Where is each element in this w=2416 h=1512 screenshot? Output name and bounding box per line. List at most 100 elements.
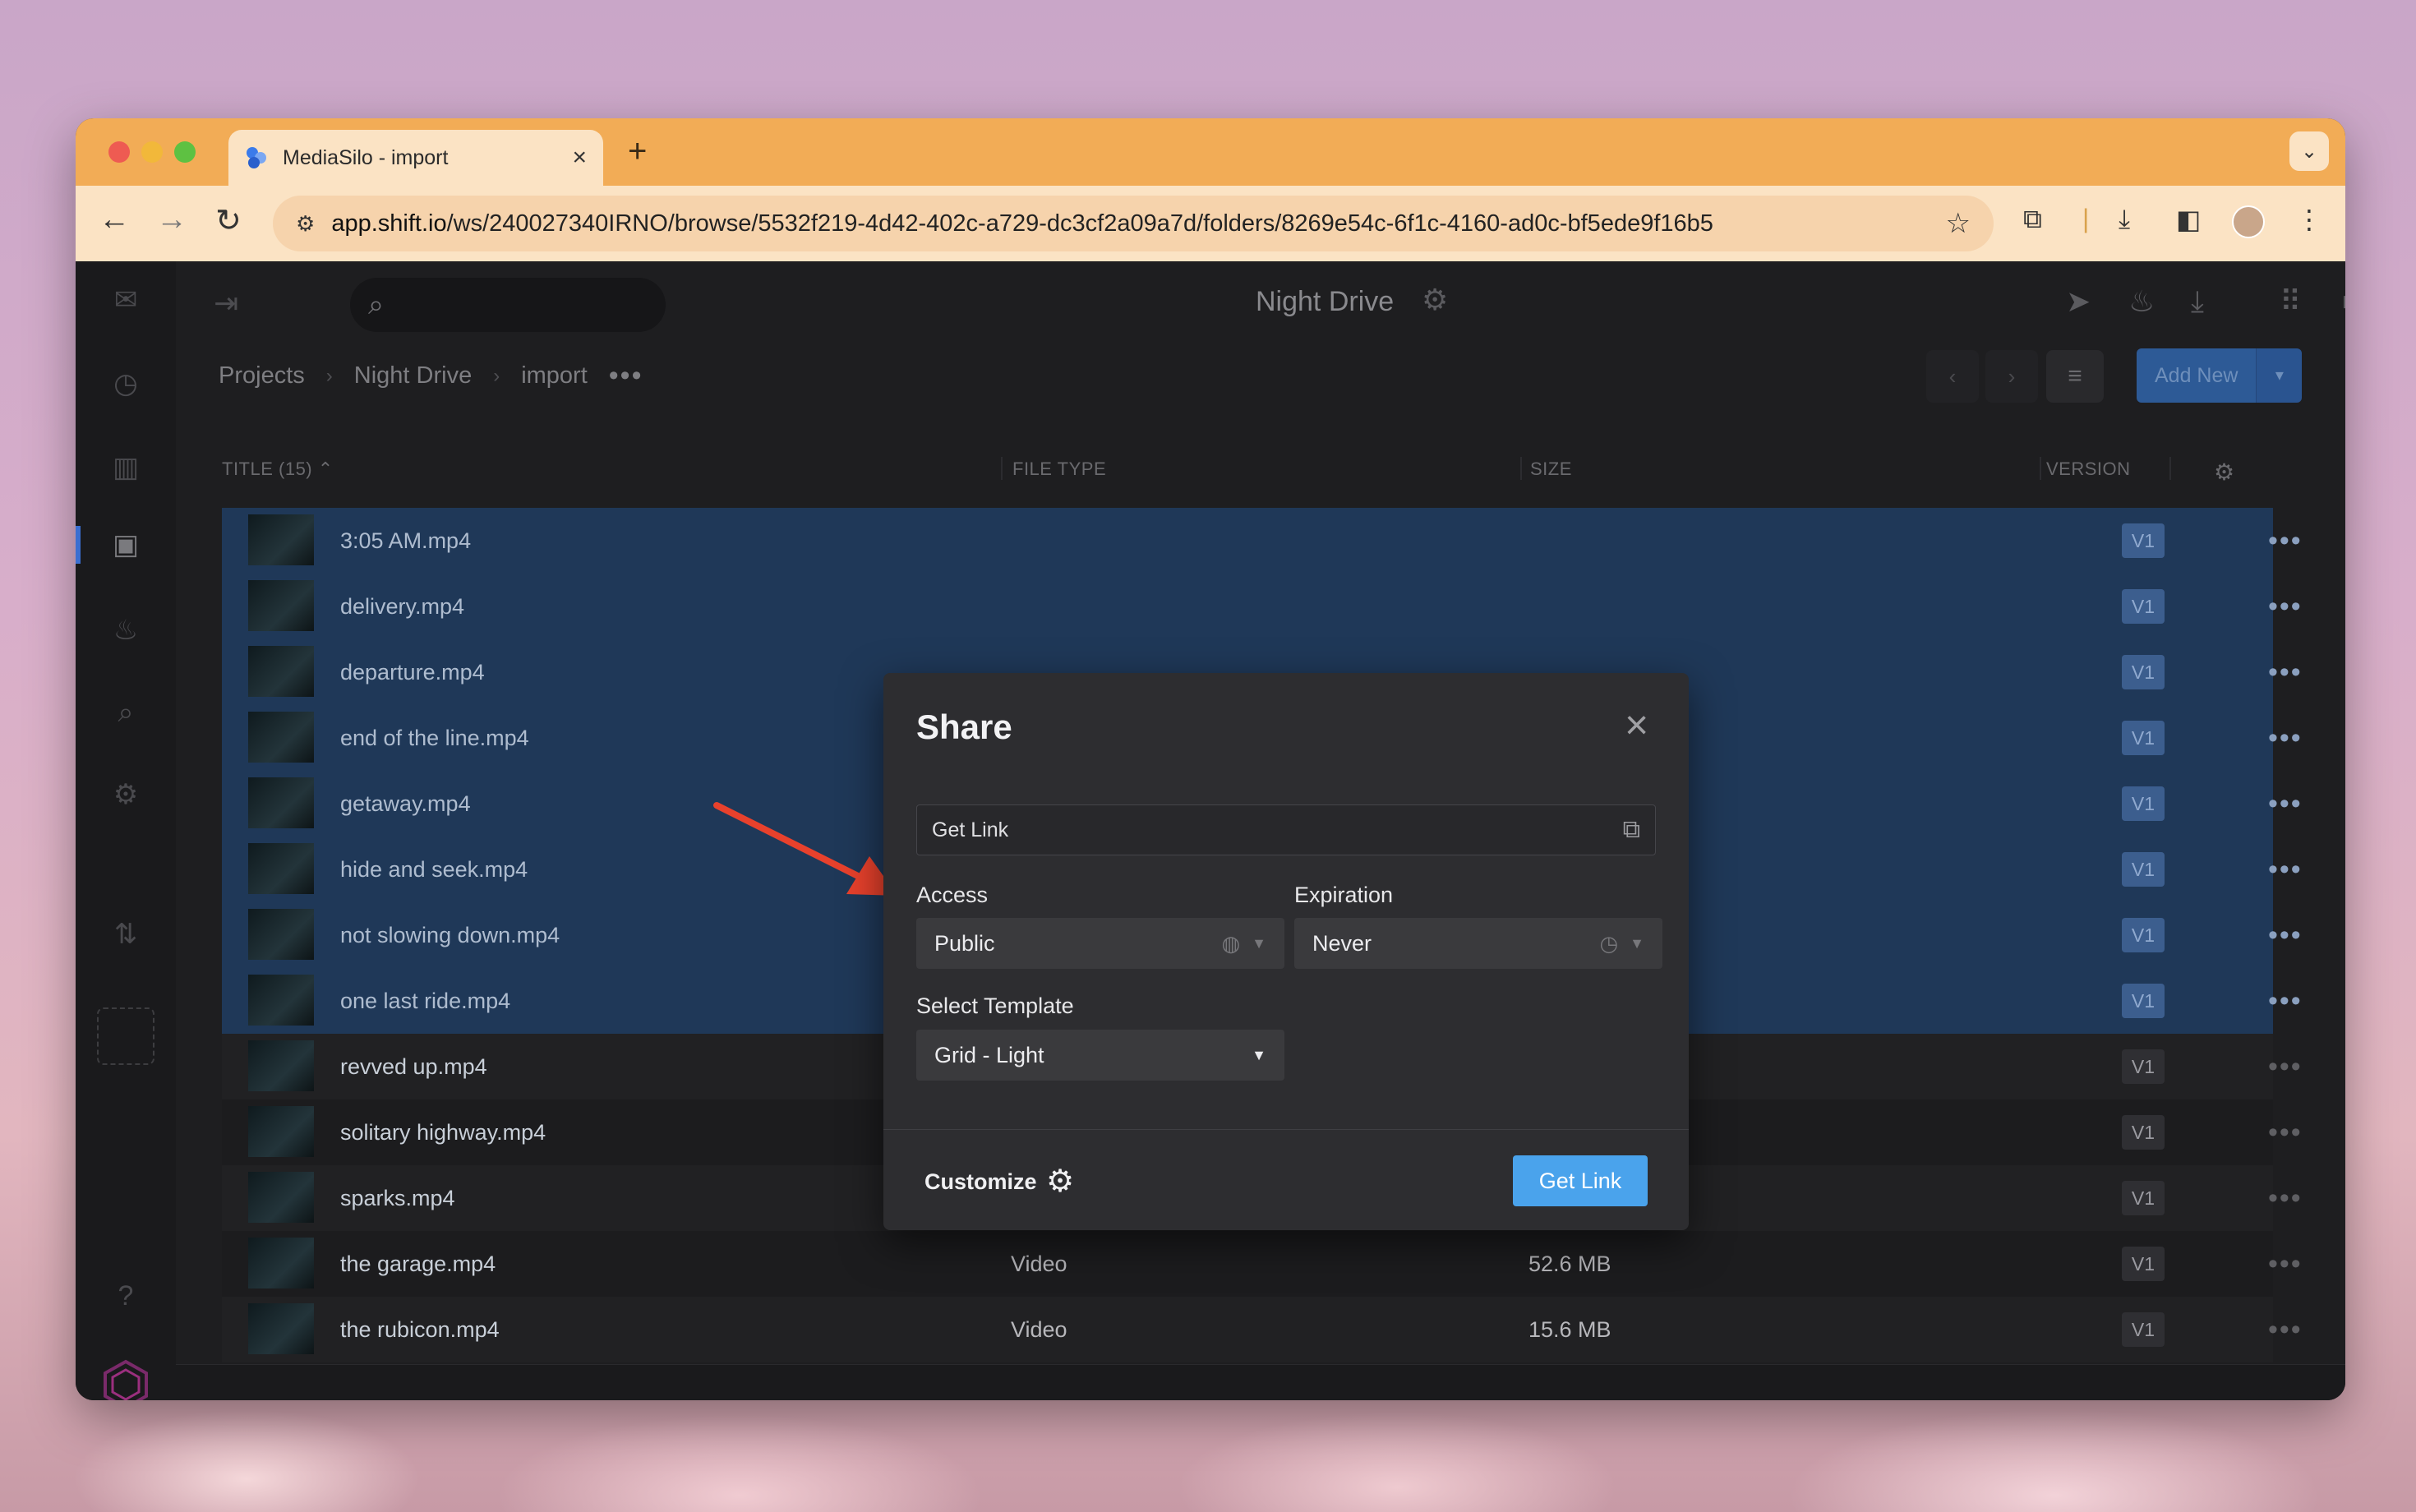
access-select[interactable]: Public ◍ ▼ xyxy=(916,918,1284,969)
row-more-icon[interactable]: ••• xyxy=(2268,591,2303,623)
reload-icon[interactable]: ↻ xyxy=(215,202,242,239)
version-badge[interactable]: V1 xyxy=(2122,984,2165,1018)
forward-arrow-icon[interactable]: → xyxy=(156,202,187,237)
version-badge[interactable]: V1 xyxy=(2122,852,2165,887)
site-settings-icon[interactable]: ⚙ xyxy=(296,211,315,237)
customize-gear-icon[interactable]: ⚙ xyxy=(1046,1163,1074,1200)
row-more-icon[interactable]: ••• xyxy=(2268,1117,2303,1149)
inbox-icon[interactable]: ✉ xyxy=(107,281,145,319)
profile-avatar-icon[interactable] xyxy=(2232,205,2265,238)
file-name[interactable]: end of the line.mp4 xyxy=(340,726,529,751)
row-more-icon[interactable]: ••• xyxy=(2268,920,2303,952)
row-more-icon[interactable]: ••• xyxy=(2268,1051,2303,1083)
breadcrumb-import[interactable]: import xyxy=(521,362,588,390)
version-badge[interactable]: V1 xyxy=(2122,1247,2165,1281)
add-new-dropdown-icon[interactable]: ▾ xyxy=(2256,348,2303,403)
transfers-arrows-icon[interactable]: ⇅ xyxy=(107,915,145,953)
filter-icon[interactable]: ≡ xyxy=(2046,350,2104,403)
row-more-icon[interactable]: ••• xyxy=(2268,1248,2303,1280)
activity-flame-icon[interactable]: ♨ xyxy=(107,611,145,649)
template-select[interactable]: Grid - Light ▼ xyxy=(916,1030,1284,1081)
table-row[interactable]: the garage.mp4 Video 52.6 MB V1 ••• xyxy=(222,1231,2301,1297)
customize-button[interactable]: Customize xyxy=(924,1169,1037,1195)
back-arrow-icon[interactable]: ← xyxy=(99,202,130,237)
settings-gear-icon[interactable]: ⚙ xyxy=(107,776,145,814)
recent-clock-icon[interactable]: ◷ xyxy=(107,365,145,403)
file-name[interactable]: hide and seek.mp4 xyxy=(340,857,528,883)
column-title[interactable]: TITLE (15) ⌃ xyxy=(222,459,334,480)
column-version[interactable]: VERSION xyxy=(2046,459,2131,480)
version-badge[interactable]: V1 xyxy=(2122,1049,2165,1084)
get-link-button[interactable]: Get Link xyxy=(1513,1155,1648,1206)
file-name[interactable]: getaway.mp4 xyxy=(340,791,471,817)
extensions-puzzle-icon[interactable]: ⧉ xyxy=(2023,204,2042,235)
get-link-field[interactable]: Get Link ⧉ xyxy=(916,804,1656,855)
close-window-button[interactable] xyxy=(108,141,130,163)
version-badge[interactable]: V1 xyxy=(2122,721,2165,755)
table-row[interactable]: the rubicon.mp4 Video 15.6 MB V1 ••• xyxy=(222,1297,2301,1362)
breadcrumb-night-drive[interactable]: Night Drive xyxy=(354,362,472,390)
drop-zone[interactable] xyxy=(97,1007,154,1065)
column-size[interactable]: SIZE xyxy=(1530,459,1572,480)
table-row[interactable]: delivery.mp4 V1 ••• xyxy=(222,574,2301,639)
search-icon[interactable]: ⌕ xyxy=(107,694,145,731)
url-text[interactable]: app.shift.io/ws/240027340IRNO/browse/553… xyxy=(331,210,1945,237)
breadcrumb-more-icon[interactable]: ••• xyxy=(609,360,643,392)
file-name[interactable]: the garage.mp4 xyxy=(340,1252,496,1277)
copy-link-icon[interactable]: ⧉ xyxy=(1623,816,1640,844)
file-name[interactable]: sparks.mp4 xyxy=(340,1186,455,1211)
collapse-panel-icon[interactable]: ⇤ xyxy=(2342,284,2345,319)
column-file-type[interactable]: FILE TYPE xyxy=(1012,459,1106,480)
activity-flame-icon[interactable]: ♨ xyxy=(2128,284,2155,319)
row-more-icon[interactable]: ••• xyxy=(2268,722,2303,754)
browser-tab[interactable]: MediaSilo - import × xyxy=(228,130,603,186)
expiration-select[interactable]: Never ◷ ▼ xyxy=(1294,918,1662,969)
help-question-icon[interactable]: ? xyxy=(107,1277,145,1315)
browser-menu-kebab-icon[interactable]: ⋮ xyxy=(2296,204,2322,235)
version-badge[interactable]: V1 xyxy=(2122,523,2165,558)
download-icon[interactable]: ⤓ xyxy=(2191,284,2204,320)
minimize-window-button[interactable] xyxy=(141,141,163,163)
row-more-icon[interactable]: ••• xyxy=(2268,1314,2303,1346)
download-icon[interactable]: ⤓ xyxy=(2119,204,2130,235)
version-badge[interactable]: V1 xyxy=(2122,655,2165,689)
version-badge[interactable]: V1 xyxy=(2122,1115,2165,1150)
apps-grid-icon[interactable]: ⠿ xyxy=(2280,284,2301,319)
analytics-chart-icon[interactable]: ▥ xyxy=(107,449,145,486)
side-panel-icon[interactable]: ◧ xyxy=(2176,204,2201,235)
row-more-icon[interactable]: ••• xyxy=(2268,657,2303,689)
breadcrumb-projects[interactable]: Projects xyxy=(219,362,305,390)
column-settings-gear-icon[interactable]: ⚙ xyxy=(2214,459,2235,486)
version-badge[interactable]: V1 xyxy=(2122,589,2165,624)
file-name[interactable]: 3:05 AM.mp4 xyxy=(340,528,471,554)
row-more-icon[interactable]: ••• xyxy=(2268,788,2303,820)
maximize-window-button[interactable] xyxy=(174,141,196,163)
table-row[interactable]: 3:05 AM.mp4 V1 ••• xyxy=(222,508,2301,574)
close-icon[interactable]: × xyxy=(1625,704,1648,745)
file-name[interactable]: solitary highway.mp4 xyxy=(340,1120,546,1146)
file-name[interactable]: revved up.mp4 xyxy=(340,1054,487,1080)
send-paper-plane-icon[interactable]: ➤ xyxy=(2066,284,2091,319)
file-name[interactable]: not slowing down.mp4 xyxy=(340,923,560,948)
sort-ascending-icon[interactable]: ⌃ xyxy=(318,459,334,479)
address-bar[interactable]: ⚙ app.shift.io/ws/240027340IRNO/browse/5… xyxy=(273,196,1994,251)
version-badge[interactable]: V1 xyxy=(2122,1181,2165,1215)
file-name[interactable]: departure.mp4 xyxy=(340,660,485,685)
expand-sidebar-icon[interactable]: ⇥ xyxy=(214,286,238,320)
search-input[interactable]: ⌕ xyxy=(350,278,666,332)
new-tab-button[interactable]: + xyxy=(628,133,647,170)
version-badge[interactable]: V1 xyxy=(2122,918,2165,952)
file-name[interactable]: the rubicon.mp4 xyxy=(340,1317,500,1343)
version-badge[interactable]: V1 xyxy=(2122,786,2165,821)
add-new-button[interactable]: Add New xyxy=(2137,348,2257,403)
project-settings-gear-icon[interactable]: ⚙ xyxy=(1422,283,1448,317)
brand-hexagon-icon[interactable] xyxy=(100,1359,151,1400)
file-name[interactable]: delivery.mp4 xyxy=(340,594,464,620)
next-page-button[interactable]: › xyxy=(1985,350,2038,403)
row-more-icon[interactable]: ••• xyxy=(2268,854,2303,886)
bookmark-star-icon[interactable]: ☆ xyxy=(1946,207,1971,240)
row-more-icon[interactable]: ••• xyxy=(2268,985,2303,1017)
row-more-icon[interactable]: ••• xyxy=(2268,525,2303,557)
tab-search-chevron-icon[interactable]: ⌄ xyxy=(2289,131,2329,171)
version-badge[interactable]: V1 xyxy=(2122,1312,2165,1347)
